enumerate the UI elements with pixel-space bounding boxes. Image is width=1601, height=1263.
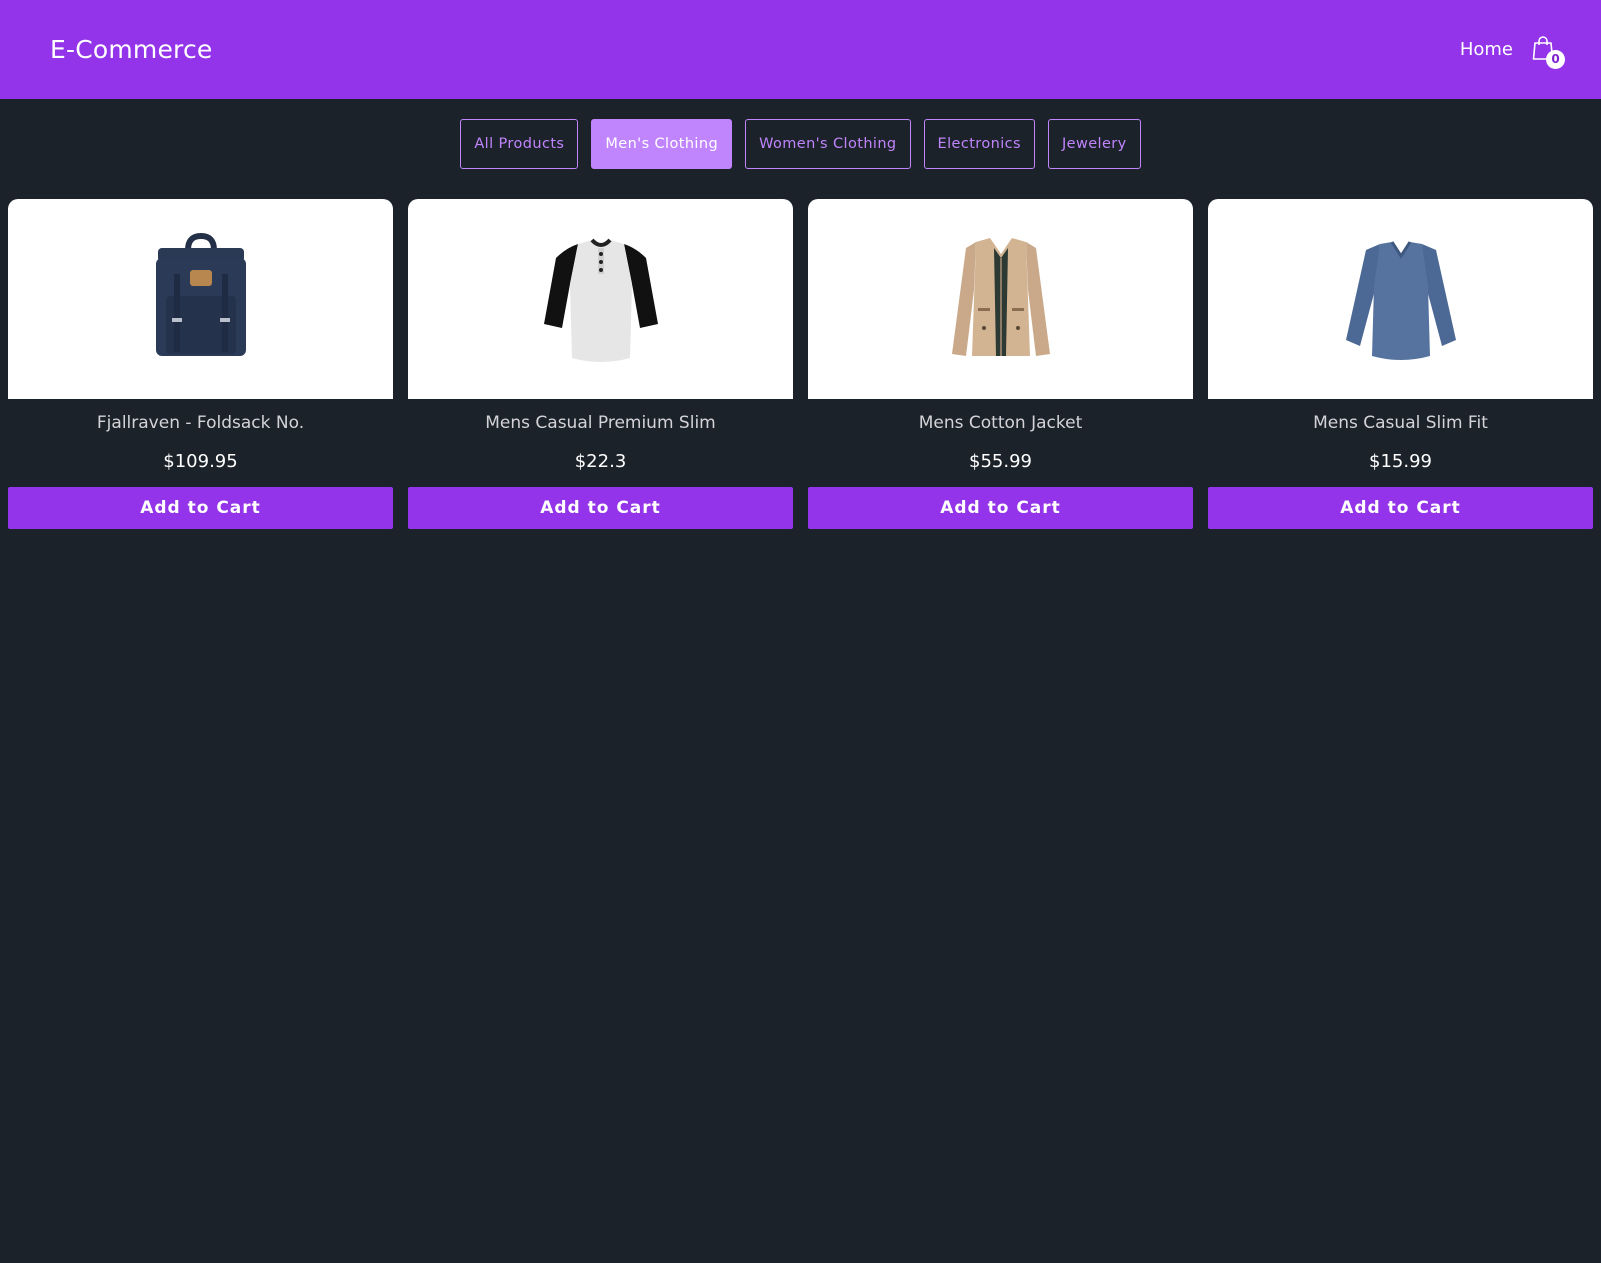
home-link[interactable]: Home	[1460, 39, 1513, 60]
filter-jewelery[interactable]: Jewelery	[1047, 119, 1141, 169]
product-title: Mens Casual Premium Slim	[485, 413, 716, 433]
product-title: Fjallraven - Foldsack No.	[96, 413, 305, 433]
product-price: $109.95	[163, 451, 238, 472]
product-card: Mens Casual Premium Slim $22.3 Add to Ca…	[408, 199, 793, 529]
product-image[interactable]	[8, 199, 393, 399]
filter-electronics[interactable]: Electronics	[923, 119, 1035, 169]
product-title: Mens Cotton Jacket	[918, 413, 1083, 433]
tshirt-image	[543, 238, 658, 362]
add-to-cart-button[interactable]: Add to Cart	[408, 487, 793, 529]
filter-all-products[interactable]: All Products	[460, 119, 579, 169]
category-filters: All Products Men's Clothing Women's Clot…	[0, 119, 1601, 169]
product-card: Mens Cotton Jacket $55.99 Add to Cart	[808, 199, 1193, 529]
long-sleeve-shirt-image	[1345, 241, 1456, 360]
nav-links: Home 0	[1460, 35, 1565, 69]
jacket-image	[951, 238, 1050, 356]
backpack-image	[155, 232, 246, 356]
product-image[interactable]	[408, 199, 793, 399]
cart-count-badge: 0	[1546, 49, 1565, 69]
add-to-cart-button[interactable]: Add to Cart	[1208, 487, 1593, 529]
filter-mens-clothing[interactable]: Men's Clothing	[591, 119, 733, 169]
product-price: $15.99	[1369, 451, 1432, 472]
product-price: $55.99	[969, 451, 1032, 472]
product-card: Fjallraven - Foldsack No. $109.95 Add to…	[8, 199, 393, 529]
filter-womens-clothing[interactable]: Women's Clothing	[745, 119, 911, 169]
add-to-cart-button[interactable]: Add to Cart	[8, 487, 393, 529]
brand-logo[interactable]: E-Commerce	[50, 35, 213, 64]
product-grid: Fjallraven - Foldsack No. $109.95 Add to…	[8, 199, 1593, 529]
product-card: Mens Casual Slim Fit $15.99 Add to Cart	[1208, 199, 1593, 529]
cart-button[interactable]: 0	[1531, 35, 1565, 69]
product-image[interactable]	[1208, 199, 1593, 399]
product-image[interactable]	[808, 199, 1193, 399]
product-price: $22.3	[574, 451, 627, 472]
navbar: E-Commerce Home 0	[0, 0, 1601, 99]
add-to-cart-button[interactable]: Add to Cart	[808, 487, 1193, 529]
product-title: Mens Casual Slim Fit	[1313, 413, 1488, 433]
